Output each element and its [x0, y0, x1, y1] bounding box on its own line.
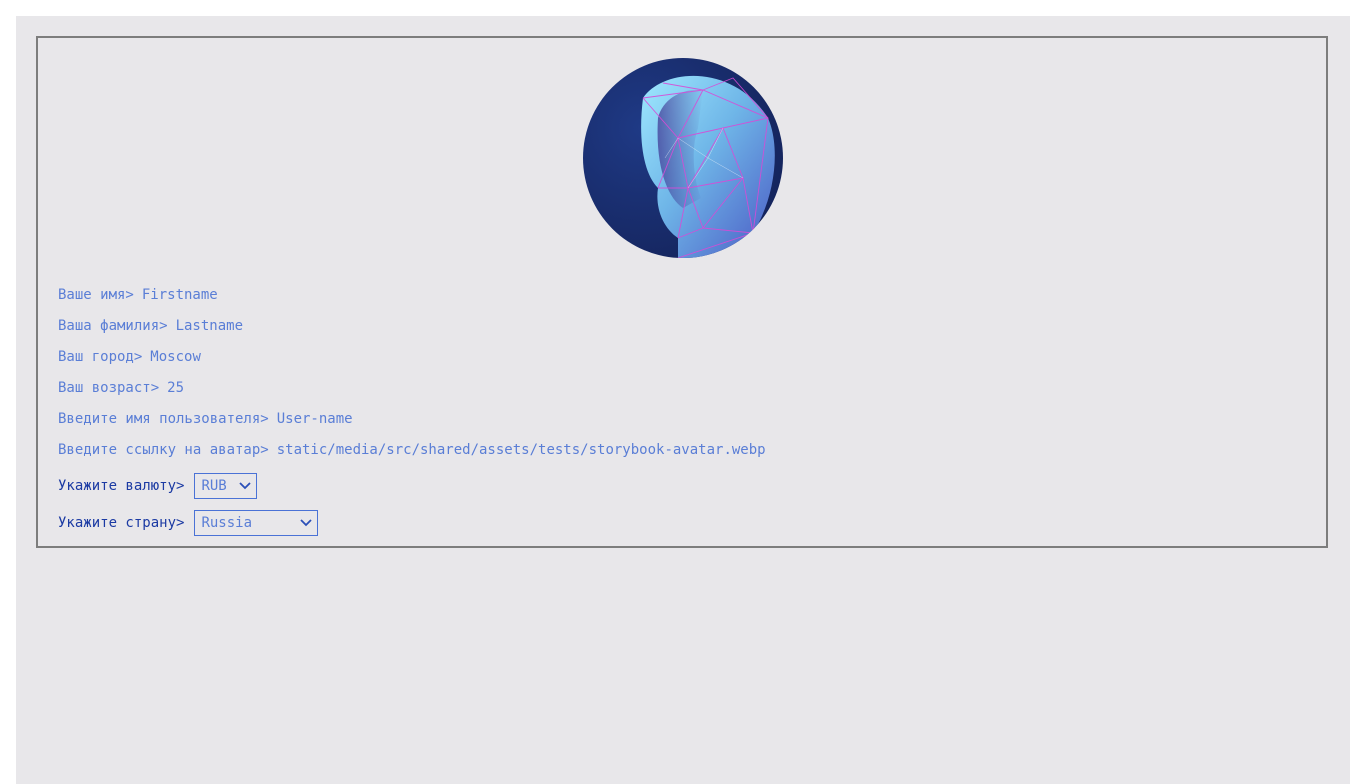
page-canvas: Ваше имя> Firstname Ваша фамилия> Lastna… — [16, 16, 1350, 784]
avatar-image — [583, 58, 783, 258]
avatar-link-label: Введите ссылку на аватар> — [58, 441, 269, 458]
age-row: Ваш возраст> 25 — [58, 372, 766, 403]
currency-label: Укажите валюту> — [58, 477, 185, 494]
avatar — [583, 58, 783, 258]
age-value[interactable]: 25 — [167, 380, 184, 396]
lastname-row: Ваша фамилия> Lastname — [58, 310, 766, 341]
country-select[interactable]: Russia — [194, 509, 319, 536]
chevron-down-icon — [300, 518, 313, 526]
country-label: Укажите страну> — [58, 514, 185, 531]
age-label: Ваш возраст> — [58, 379, 160, 396]
chevron-down-icon — [239, 481, 252, 489]
country-selected: Russia — [201, 514, 253, 531]
city-row: Ваш город> Moscow — [58, 341, 766, 372]
lastname-value[interactable]: Lastname — [176, 318, 243, 334]
city-value[interactable]: Moscow — [150, 349, 201, 365]
firstname-row: Ваше имя> Firstname — [58, 279, 766, 310]
country-row: Укажите страну> Russia — [58, 504, 766, 541]
firstname-label: Ваше имя> — [58, 286, 134, 303]
city-label: Ваш город> — [58, 348, 143, 365]
username-value[interactable]: User-name — [277, 411, 353, 427]
currency-selected: RUB — [201, 477, 227, 494]
avatar-link-value[interactable]: static/media/src/shared/assets/tests/sto… — [277, 442, 766, 458]
firstname-value[interactable]: Firstname — [142, 287, 218, 303]
currency-select[interactable]: RUB — [194, 472, 258, 499]
avatar-link-row: Введите ссылку на аватар> static/media/s… — [58, 434, 766, 465]
currency-row: Укажите валюту> RUB — [58, 467, 766, 504]
username-row: Введите имя пользователя> User-name — [58, 403, 766, 434]
profile-fields: Ваше имя> Firstname Ваша фамилия> Lastna… — [58, 279, 766, 541]
username-label: Введите имя пользователя> — [58, 410, 269, 427]
lastname-label: Ваша фамилия> — [58, 317, 168, 334]
profile-card: Ваше имя> Firstname Ваша фамилия> Lastna… — [36, 36, 1328, 548]
